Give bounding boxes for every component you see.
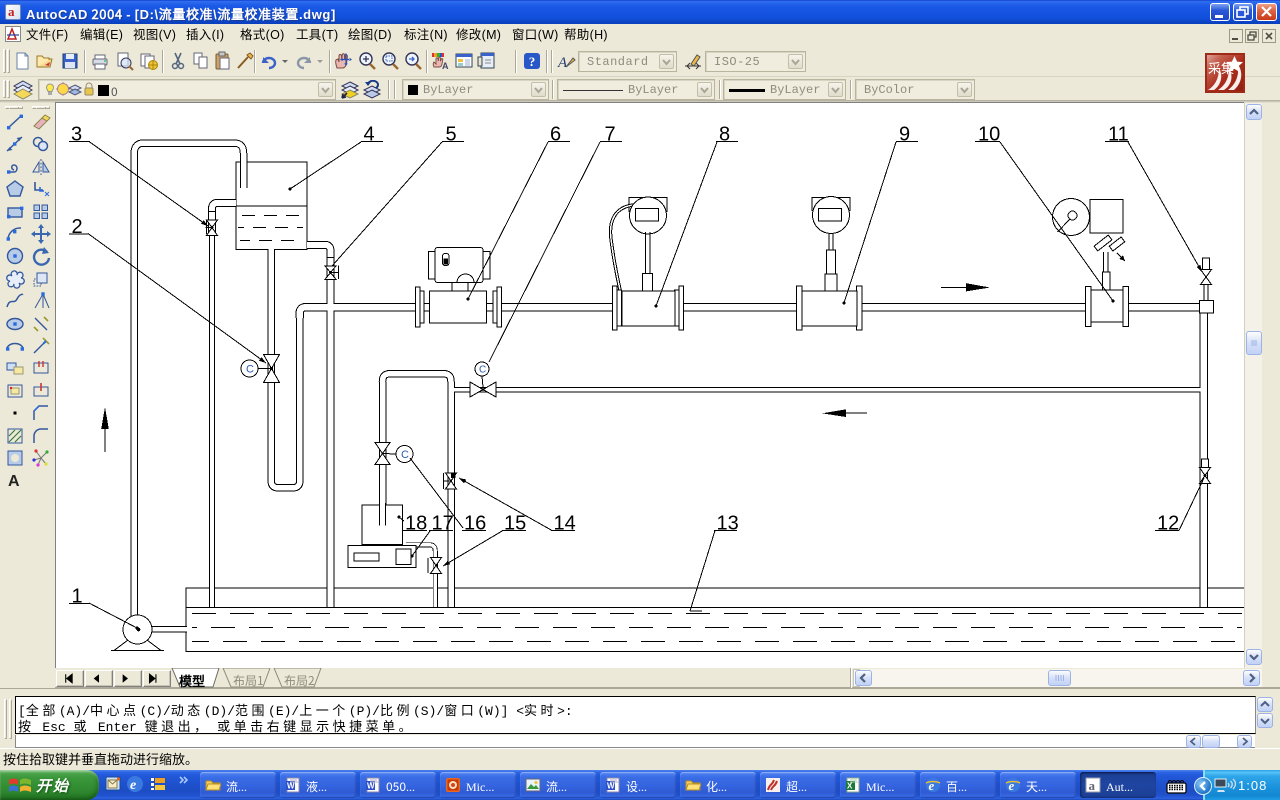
svg-text:e: e bbox=[929, 778, 935, 793]
svg-text:16: 16 bbox=[464, 513, 486, 535]
svg-text:12: 12 bbox=[1157, 513, 1179, 535]
svg-text:W: W bbox=[607, 782, 615, 791]
svg-text:C: C bbox=[246, 364, 254, 376]
svg-text:4: 4 bbox=[364, 124, 375, 146]
svg-text:C: C bbox=[479, 365, 486, 376]
svg-text:C: C bbox=[401, 449, 409, 461]
svg-text:W: W bbox=[367, 782, 375, 791]
svg-text:18: 18 bbox=[405, 513, 427, 535]
svg-text:17: 17 bbox=[432, 513, 454, 535]
svg-text:e: e bbox=[1009, 778, 1015, 793]
svg-text:6: 6 bbox=[550, 124, 561, 146]
svg-text:X: X bbox=[847, 782, 853, 791]
svg-text:10: 10 bbox=[978, 124, 1000, 146]
svg-text:7: 7 bbox=[605, 124, 616, 146]
svg-text:A: A bbox=[442, 61, 449, 71]
svg-text:W: W bbox=[287, 782, 295, 791]
svg-text:采集: 采集 bbox=[1208, 58, 1234, 77]
svg-text:15: 15 bbox=[504, 513, 526, 535]
svg-text:A: A bbox=[8, 473, 20, 490]
svg-text:?: ? bbox=[529, 54, 536, 69]
svg-text:e: e bbox=[130, 778, 136, 793]
svg-text:1: 1 bbox=[72, 586, 83, 608]
svg-text:11: 11 bbox=[1108, 124, 1129, 146]
svg-text:2: 2 bbox=[72, 216, 83, 238]
svg-text:8: 8 bbox=[719, 124, 730, 146]
svg-text:A: A bbox=[557, 55, 568, 71]
svg-text:13: 13 bbox=[717, 513, 739, 535]
svg-text:9: 9 bbox=[899, 124, 910, 146]
svg-text:5: 5 bbox=[446, 124, 457, 146]
svg-text:3: 3 bbox=[71, 124, 82, 146]
svg-text:14: 14 bbox=[554, 513, 576, 535]
svg-text:a: a bbox=[1089, 778, 1096, 793]
